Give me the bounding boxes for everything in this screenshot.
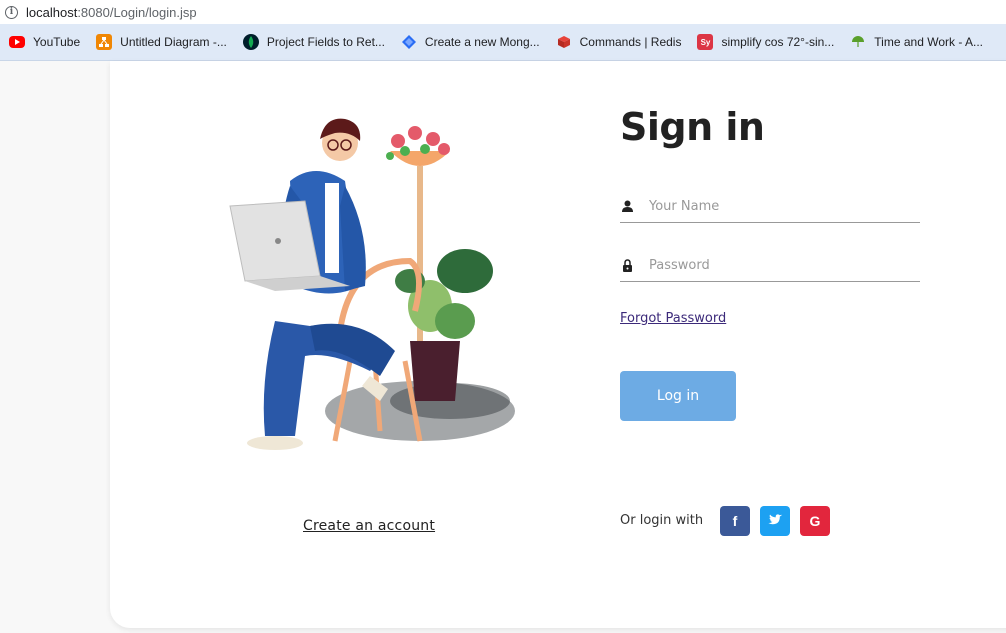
url-host: localhost <box>26 4 78 20</box>
google-login-button[interactable]: G <box>800 506 830 536</box>
drawio-icon <box>96 34 113 50</box>
page-title: Sign in <box>620 105 765 149</box>
name-field <box>620 190 920 223</box>
name-input[interactable] <box>649 198 889 214</box>
bookmark-label: Create a new Mong... <box>424 35 540 49</box>
symbolab-icon: Sy <box>697 34 714 50</box>
user-icon <box>620 199 634 213</box>
or-login-with-label: Or login with <box>620 513 704 528</box>
twitter-icon <box>768 513 782 529</box>
facebook-login-button[interactable]: f <box>720 506 750 536</box>
bookmark-untitled-diagram[interactable]: Untitled Diagram -... <box>96 34 227 50</box>
mongodb-icon <box>242 34 259 50</box>
bookmark-project-fields[interactable]: Project Fields to Ret... <box>242 34 385 50</box>
bookmark-label: Commands | Redis <box>579 35 682 49</box>
twitter-login-button[interactable] <box>760 506 790 536</box>
info-icon[interactable]: i <box>5 5 18 19</box>
password-input[interactable] <box>649 257 889 273</box>
diamond-icon <box>401 34 417 50</box>
login-button[interactable]: Log in <box>620 371 736 421</box>
bookmark-time-and-work[interactable]: Time and Work - A... <box>850 34 983 50</box>
bookmark-label: Untitled Diagram -... <box>120 35 227 49</box>
illustration-man-with-laptop <box>229 118 515 450</box>
facebook-icon: f <box>732 513 738 529</box>
bookmark-label: YouTube <box>33 35 81 49</box>
url-path: :8080/Login/login.jsp <box>77 4 197 20</box>
password-field <box>620 249 920 282</box>
lock-icon <box>620 258 634 272</box>
address-bar[interactable]: i localhost:8080/Login/login.jsp <box>0 0 1006 24</box>
create-account-link[interactable]: Create an account <box>303 518 435 534</box>
url-text[interactable]: localhost:8080/Login/login.jsp <box>26 5 197 20</box>
bookmark-simplify-cos[interactable]: Sy simplify cos 72°-sin... <box>697 34 834 50</box>
bookmarks-bar: YouTube Untitled Diagram -... Project Fi… <box>0 24 1006 61</box>
umbrella-icon <box>850 34 866 50</box>
bookmark-label: Project Fields to Ret... <box>266 35 385 49</box>
bookmark-redis-commands[interactable]: Commands | Redis <box>556 34 682 50</box>
bookmark-label: simplify cos 72°-sin... <box>721 35 835 49</box>
youtube-icon <box>9 36 25 48</box>
bookmark-youtube[interactable]: YouTube <box>9 35 80 49</box>
redis-icon <box>556 34 572 50</box>
forgot-password-link[interactable]: Forgot Password <box>620 311 726 326</box>
bookmark-label: Time and Work - A... <box>874 35 983 49</box>
google-icon: G <box>809 513 821 529</box>
login-card: Create an account Sign in Forgot Passwor… <box>110 61 1006 628</box>
bookmark-create-mongo[interactable]: Create a new Mong... <box>401 34 540 50</box>
